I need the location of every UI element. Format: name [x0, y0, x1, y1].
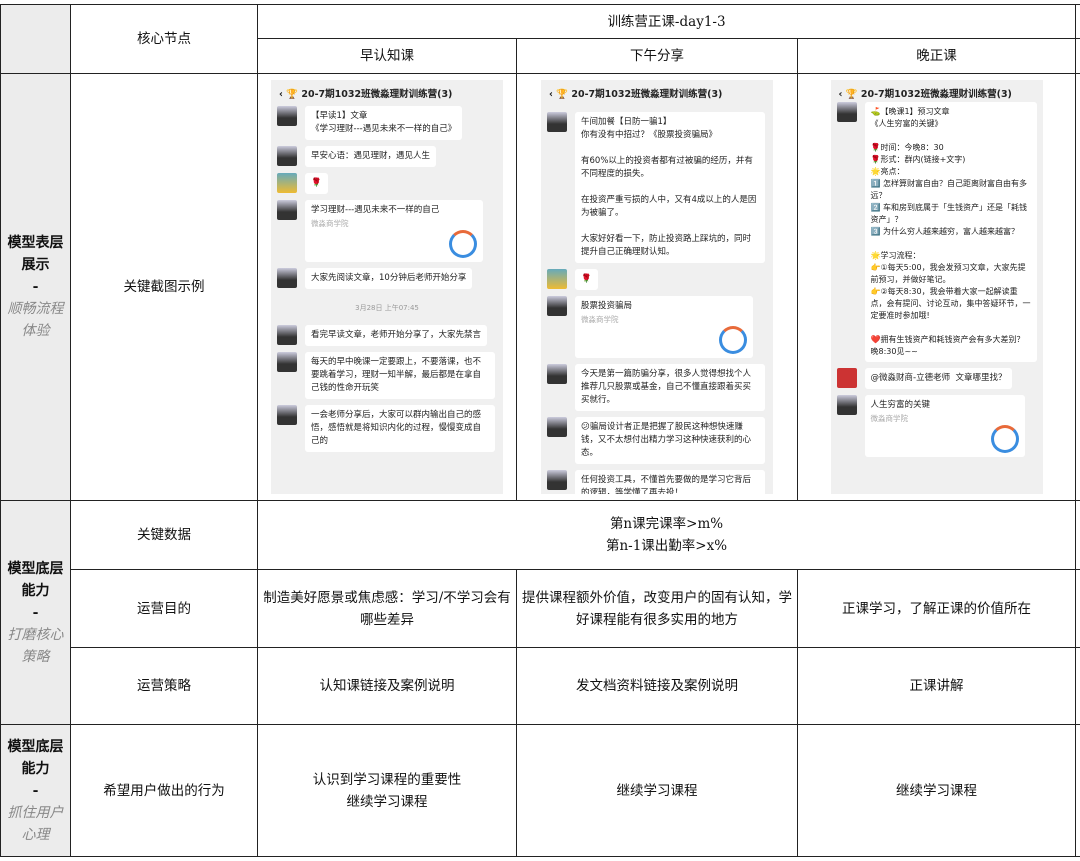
stage-psychology: 模型底层能力 - 抓住用户心理 [0, 724, 71, 857]
chat-message: 今天是第一篇防骗分享，很多人觉得想找个人推荐几只股票或基金，自己不懂直接跟着买买… [575, 364, 765, 411]
chat-message: 🌹 [575, 269, 598, 290]
chat-title-bar: ‹ 🏆 20-7期1032班微淼理财训练营(3) [549, 89, 723, 100]
purpose-evening: 正课学习，了解正课的价值所在 [796, 569, 1077, 648]
key-data-value: 第n课完课率>m% 第n-1课出勤率>x% [256, 500, 1077, 570]
chat-timestamp: 3月28日 上午07:45 [355, 304, 419, 312]
link-card: 人生穷富的关键 微淼商学院 [864, 395, 1025, 457]
morning-screenshot-cell: ‹ 🏆 20-7期1032班微淼理财训练营(3) 【早读1】文章 《学习理财--… [257, 73, 517, 501]
avatar [547, 112, 567, 132]
column-header-afternoon: 下午分享 [516, 38, 798, 74]
avatar [547, 296, 567, 316]
key-data-label: 关键数据 [70, 500, 258, 570]
avatar [836, 102, 857, 122]
chat-message: 午间加餐【日防一骗1】 你有没有中招过？《股票投资骗局》 有60%以上的投资者都… [575, 112, 765, 263]
purpose-label: 运营目的 [70, 569, 258, 648]
morning-chat-screenshot: ‹ 🏆 20-7期1032班微淼理财训练营(3) 【早读1】文章 《学习理财--… [271, 80, 503, 494]
chat-message: 【早读1】文章 《学习理财---遇见未来不一样的自己》 [305, 106, 463, 140]
avatar [277, 146, 297, 166]
chat-message: @微淼财商-立德老师 文章哪里找？ [864, 368, 1013, 389]
link-card: 股票投资骗局 微淼商学院 [575, 296, 753, 358]
avatar [277, 106, 297, 126]
purpose-morning: 制造美好愿景或焦虑感：学习/不学习会有哪些差异 [257, 569, 517, 648]
afternoon-chat-screenshot: ‹ 🏆 20-7期1032班微淼理财训练营(3) 午间加餐【日防一骗1】 你有没… [541, 80, 773, 494]
trophy-icon: 🏆 [845, 89, 858, 100]
link-card: 学习理财---遇见未来不一样的自己 微淼商学院 [305, 200, 483, 262]
trophy-icon: 🏆 [556, 89, 569, 100]
chat-message: 大家先阅读文章，10分钟后老师开始分享 [305, 268, 473, 289]
avatar [277, 200, 297, 220]
evening-screenshot-cell: ‹ 🏆 20-7期1032班微淼理财训练营(3) ⛳【晚课1】预习文章 《人生穷… [796, 73, 1077, 501]
avatar [277, 352, 297, 372]
evening-chat-screenshot: ‹ 🏆 20-7期1032班微淼理财训练营(3) ⛳【晚课1】预习文章 《人生穷… [830, 80, 1043, 494]
app-logo-icon [990, 425, 1019, 453]
corner-cell [0, 4, 71, 74]
screenshots-label: 关键截图示例 [70, 73, 258, 501]
chat-message: 任何投资工具，不懂首先要做的是学习它背后的逻辑，等学懂了再去投！ [575, 470, 765, 494]
strategy-evening: 正课讲解 [796, 647, 1077, 725]
purpose-afternoon: 提供课程额外价值，改变用户的固有认知，学好课程能有很多实用的地方 [516, 569, 798, 648]
stage-strategy: 模型底层能力 - 打磨核心策略 [0, 500, 71, 725]
afternoon-screenshot-cell: ‹ 🏆 20-7期1032班微淼理财训练营(3) 午间加餐【日防一骗1】 你有没… [516, 73, 798, 501]
app-logo-icon [449, 230, 477, 258]
course-operations-table: 核心节点 训练营正课-day1-3 早认知课 下午分享 晚正课 模型表层展示 - 顺… [0, 4, 1080, 857]
strategy-morning: 认知课链接及案例说明 [257, 647, 517, 725]
behavior-afternoon: 继续学习课程 [516, 724, 798, 857]
avatar [277, 173, 297, 193]
behavior-evening: 继续学习课程 [796, 724, 1077, 857]
avatar [277, 268, 297, 288]
chat-message: ⛳【晚课1】预习文章 《人生穷富的关键》 🌹时间：今晚8：30 🌹形式：群内(链… [864, 102, 1037, 362]
strategy-label: 运营策略 [70, 647, 258, 725]
avatar [547, 269, 567, 289]
stage-surface: 模型表层展示 - 顺畅流程体验 [0, 73, 71, 501]
avatar [836, 395, 857, 415]
avatar [836, 368, 857, 388]
column-header-evening: 晚正课 [796, 38, 1077, 74]
behavior-morning: 认识到学习课程的重要性 继续学习课程 [257, 724, 517, 857]
chat-message: 一会老师分享后，大家可以群内输出自己的感悟，感悟就是将知识内化的过程，慢慢变成自… [305, 405, 495, 452]
strategy-afternoon: 发文档资料链接及案例说明 [516, 647, 798, 725]
avatar [277, 325, 297, 345]
avatar [547, 417, 567, 437]
chat-message: 🌹 [305, 173, 328, 194]
avatar [547, 364, 567, 384]
trophy-icon: 🏆 [286, 89, 299, 100]
avatar [547, 470, 567, 490]
chat-message: 早安心语：遇见理财，遇见人生 [305, 146, 437, 167]
chat-message: 😕骗局设计者正是把握了股民这种想快速赚钱，又不太想付出精力学习这种快速获利的心态… [575, 417, 765, 464]
chat-title-bar: ‹ 🏆 20-7期1032班微淼理财训练营(3) [838, 89, 1012, 100]
column-header-morning: 早认知课 [257, 38, 517, 74]
group-title-header: 训练营正课-day1-3 [256, 4, 1077, 39]
avatar [277, 405, 297, 425]
core-node-header: 核心节点 [70, 4, 258, 74]
chat-message: 每天的早中晚课一定要跟上，不要落课，也不要跳着学习，理财一知半解，最后都是在拿自… [305, 352, 495, 399]
app-logo-icon [719, 326, 747, 354]
chat-title-bar: ‹ 🏆 20-7期1032班微淼理财训练营(3) [279, 89, 453, 100]
chat-message: 看完早读文章，老师开始分享了，大家先禁言 [305, 325, 488, 346]
behavior-label: 希望用户做出的行为 [70, 724, 258, 857]
